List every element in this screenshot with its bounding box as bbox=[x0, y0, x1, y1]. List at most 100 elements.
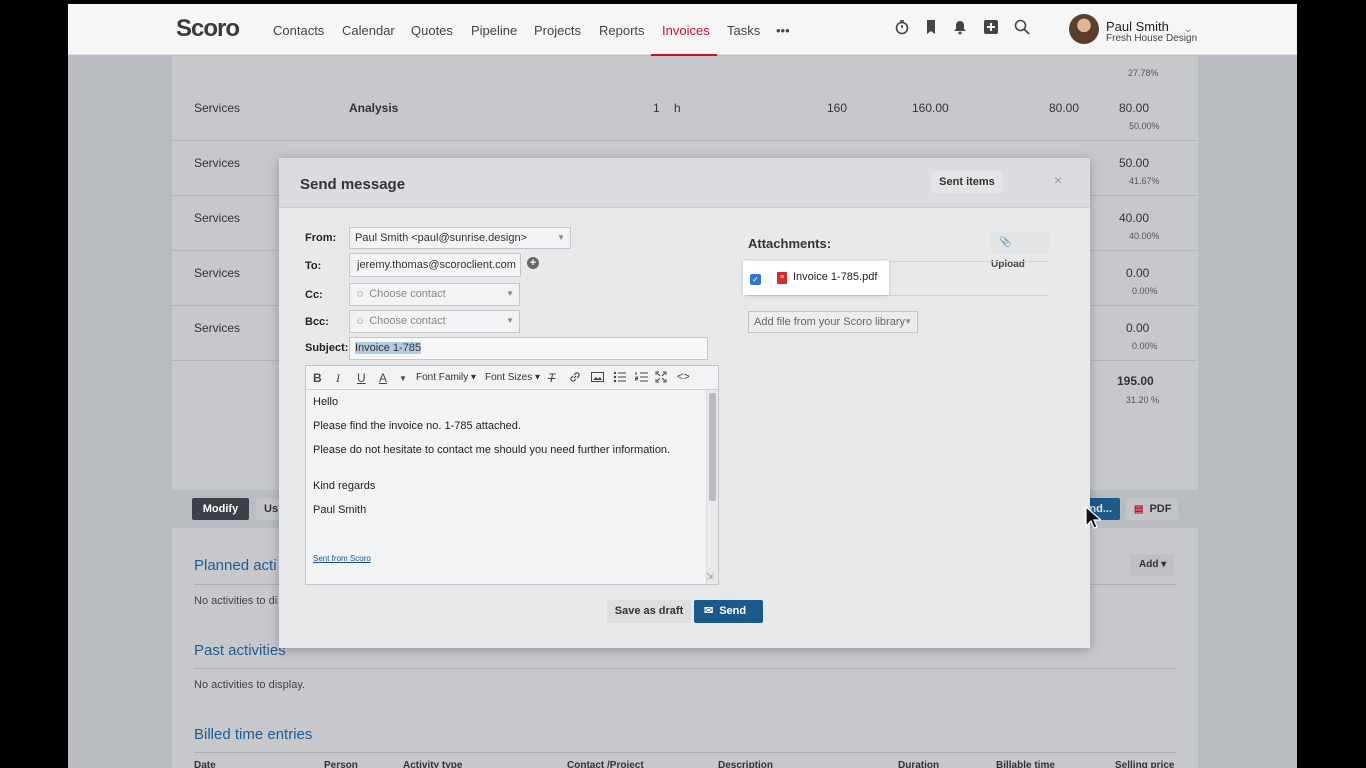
person-icon: ☺ bbox=[355, 289, 366, 300]
underline-icon[interactable]: U bbox=[357, 371, 366, 385]
row-margin: 40.00 bbox=[1119, 211, 1150, 225]
nav-quotes[interactable]: Quotes bbox=[411, 23, 453, 38]
invoice-total-percent: 31.20 % bbox=[1126, 395, 1160, 405]
scoro-logo[interactable]: Scoro bbox=[176, 15, 240, 43]
cc-select[interactable]: ☺ Choose contact ▼ bbox=[349, 283, 520, 306]
column-header[interactable]: Duration bbox=[898, 760, 939, 768]
bullet-list-icon[interactable] bbox=[613, 371, 626, 386]
from-select[interactable]: Paul Smith <paul@sunrise.design> ▼ bbox=[349, 227, 571, 249]
row-type: Services bbox=[194, 321, 241, 335]
person-icon: ☺ bbox=[355, 316, 366, 327]
past-activities-note: No activities to display. bbox=[194, 679, 306, 691]
pdf-icon: ▤ bbox=[1134, 504, 1144, 515]
timer-icon[interactable] bbox=[893, 19, 911, 37]
link-icon[interactable] bbox=[569, 371, 581, 386]
font-family-dropdown[interactable]: Font Family ▾ bbox=[416, 372, 476, 383]
row-margin-percent: 41.67% bbox=[1129, 176, 1160, 186]
attachment-name[interactable]: Invoice 1-785.pdf bbox=[793, 271, 877, 283]
past-activities-title: Past activities bbox=[194, 642, 286, 659]
send-button[interactable]: ✉ Send bbox=[694, 600, 763, 623]
editor-scrollbar[interactable] bbox=[706, 390, 718, 584]
fullscreen-icon[interactable] bbox=[655, 371, 667, 386]
chevron-down-icon[interactable]: ▼ bbox=[399, 374, 407, 383]
signature-link[interactable]: Sent from Scoro bbox=[313, 554, 371, 563]
message-editor[interactable]: B I U A ▼ Font Family ▾ Font Sizes ▾ T <… bbox=[305, 365, 719, 585]
resize-handle-icon[interactable]: ⇲ bbox=[706, 571, 714, 582]
scrollbar-thumb[interactable] bbox=[709, 393, 716, 501]
column-header[interactable]: Date bbox=[194, 760, 216, 768]
user-name[interactable]: Paul Smith bbox=[1106, 19, 1169, 34]
bcc-select[interactable]: ☺ Choose contact ▼ bbox=[349, 310, 520, 333]
sent-items-button[interactable]: Sent items bbox=[931, 171, 1003, 193]
column-header[interactable]: Activity type bbox=[403, 760, 462, 768]
bookmark-icon[interactable] bbox=[922, 19, 940, 37]
row-margin-percent: 40.00% bbox=[1129, 231, 1160, 241]
pdf-label: PDF bbox=[1149, 503, 1172, 515]
clear-format-icon[interactable]: T bbox=[548, 371, 555, 385]
save-draft-button[interactable]: Save as draft bbox=[607, 600, 691, 623]
image-icon[interactable] bbox=[591, 371, 604, 386]
row-type: Services bbox=[194, 266, 241, 280]
modal-header: Send message Sent items × bbox=[279, 158, 1090, 208]
subject-label: Subject: bbox=[305, 342, 349, 354]
column-header[interactable]: Description bbox=[718, 760, 773, 768]
app-window: Scoro Contacts Calendar Quotes Pipeline … bbox=[68, 4, 1297, 768]
row-unit: h bbox=[674, 101, 681, 115]
modify-button[interactable]: Modify bbox=[192, 498, 249, 520]
divider bbox=[194, 752, 1176, 753]
from-label: From: bbox=[305, 232, 337, 244]
body-line: Paul Smith bbox=[313, 504, 367, 516]
column-header[interactable]: Selling price bbox=[1115, 760, 1174, 768]
column-header[interactable]: Contact /Project bbox=[567, 760, 644, 768]
row-cost: 80.00 bbox=[1049, 101, 1080, 115]
nav-pipeline[interactable]: Pipeline bbox=[471, 23, 517, 38]
chevron-down-icon: ▼ bbox=[506, 289, 514, 298]
editor-toolbar: B I U A ▼ Font Family ▾ Font Sizes ▾ T <… bbox=[306, 366, 718, 390]
font-sizes-dropdown[interactable]: Font Sizes ▾ bbox=[485, 372, 540, 383]
nav-invoices[interactable]: Invoices bbox=[662, 23, 710, 38]
nav-contacts[interactable]: Contacts bbox=[273, 23, 324, 38]
user-avatar[interactable] bbox=[1069, 14, 1099, 44]
divider bbox=[748, 295, 1049, 296]
nav-projects[interactable]: Projects bbox=[534, 23, 581, 38]
add-icon[interactable] bbox=[982, 19, 1000, 37]
close-icon[interactable]: × bbox=[1054, 172, 1062, 188]
body-line: Please find the invoice no. 1-785 attach… bbox=[313, 420, 521, 432]
envelope-icon: ✉ bbox=[704, 605, 714, 617]
to-recipient-chip[interactable]: jeremy.thomas@scoroclient.com bbox=[349, 253, 521, 277]
attachment-checkbox[interactable]: ✓ bbox=[750, 274, 761, 285]
pdf-file-icon: ≡ bbox=[777, 272, 787, 284]
column-header[interactable]: Billable time bbox=[996, 760, 1055, 768]
bold-icon[interactable]: B bbox=[313, 371, 322, 385]
italic-icon[interactable]: I bbox=[336, 371, 340, 386]
attachment-item[interactable]: ✓ ≡ Invoice 1-785.pdf bbox=[743, 261, 889, 295]
add-activity-button[interactable]: Add ▾ bbox=[1130, 554, 1174, 576]
row-type: Services bbox=[194, 101, 241, 115]
nav-more[interactable]: ••• bbox=[776, 23, 790, 38]
from-value: Paul Smith <paul@sunrise.design> bbox=[355, 232, 527, 244]
nav-calendar[interactable]: Calendar bbox=[342, 23, 395, 38]
add-recipient-icon[interactable]: + bbox=[527, 257, 539, 269]
planned-activities-title: Planned acti bbox=[194, 557, 277, 574]
subject-input[interactable]: Invoice 1-785 bbox=[349, 337, 708, 360]
numbered-list-icon[interactable] bbox=[635, 371, 648, 386]
chevron-down-icon: ▼ bbox=[506, 316, 514, 325]
row-margin: 0.00 bbox=[1126, 321, 1150, 335]
source-code-icon[interactable]: <> bbox=[677, 371, 690, 383]
search-icon[interactable] bbox=[1013, 19, 1031, 37]
to-label: To: bbox=[305, 260, 322, 272]
text-color-icon[interactable]: A bbox=[379, 371, 387, 385]
nav-reports[interactable]: Reports bbox=[599, 23, 645, 38]
editor-body[interactable]: Hello Please find the invoice no. 1-785 … bbox=[306, 390, 706, 584]
send-message-modal: Send message Sent items × From: Paul Smi… bbox=[279, 158, 1090, 648]
bell-icon[interactable] bbox=[951, 19, 969, 37]
scoro-library-select[interactable]: Add file from your Scoro library ▼ bbox=[748, 311, 918, 333]
pdf-button[interactable]: ▤ PDF bbox=[1126, 498, 1178, 520]
row-margin-percent: 27.78% bbox=[1128, 68, 1159, 78]
column-header[interactable]: Person bbox=[324, 760, 358, 768]
planned-activities-note: No activities to di bbox=[194, 595, 278, 607]
row-margin: 50.00 bbox=[1119, 156, 1150, 170]
nav-tasks[interactable]: Tasks bbox=[727, 23, 760, 38]
upload-button[interactable]: 📎Upload bbox=[991, 232, 1049, 270]
chevron-down-icon[interactable]: ⌄ bbox=[1184, 24, 1192, 35]
